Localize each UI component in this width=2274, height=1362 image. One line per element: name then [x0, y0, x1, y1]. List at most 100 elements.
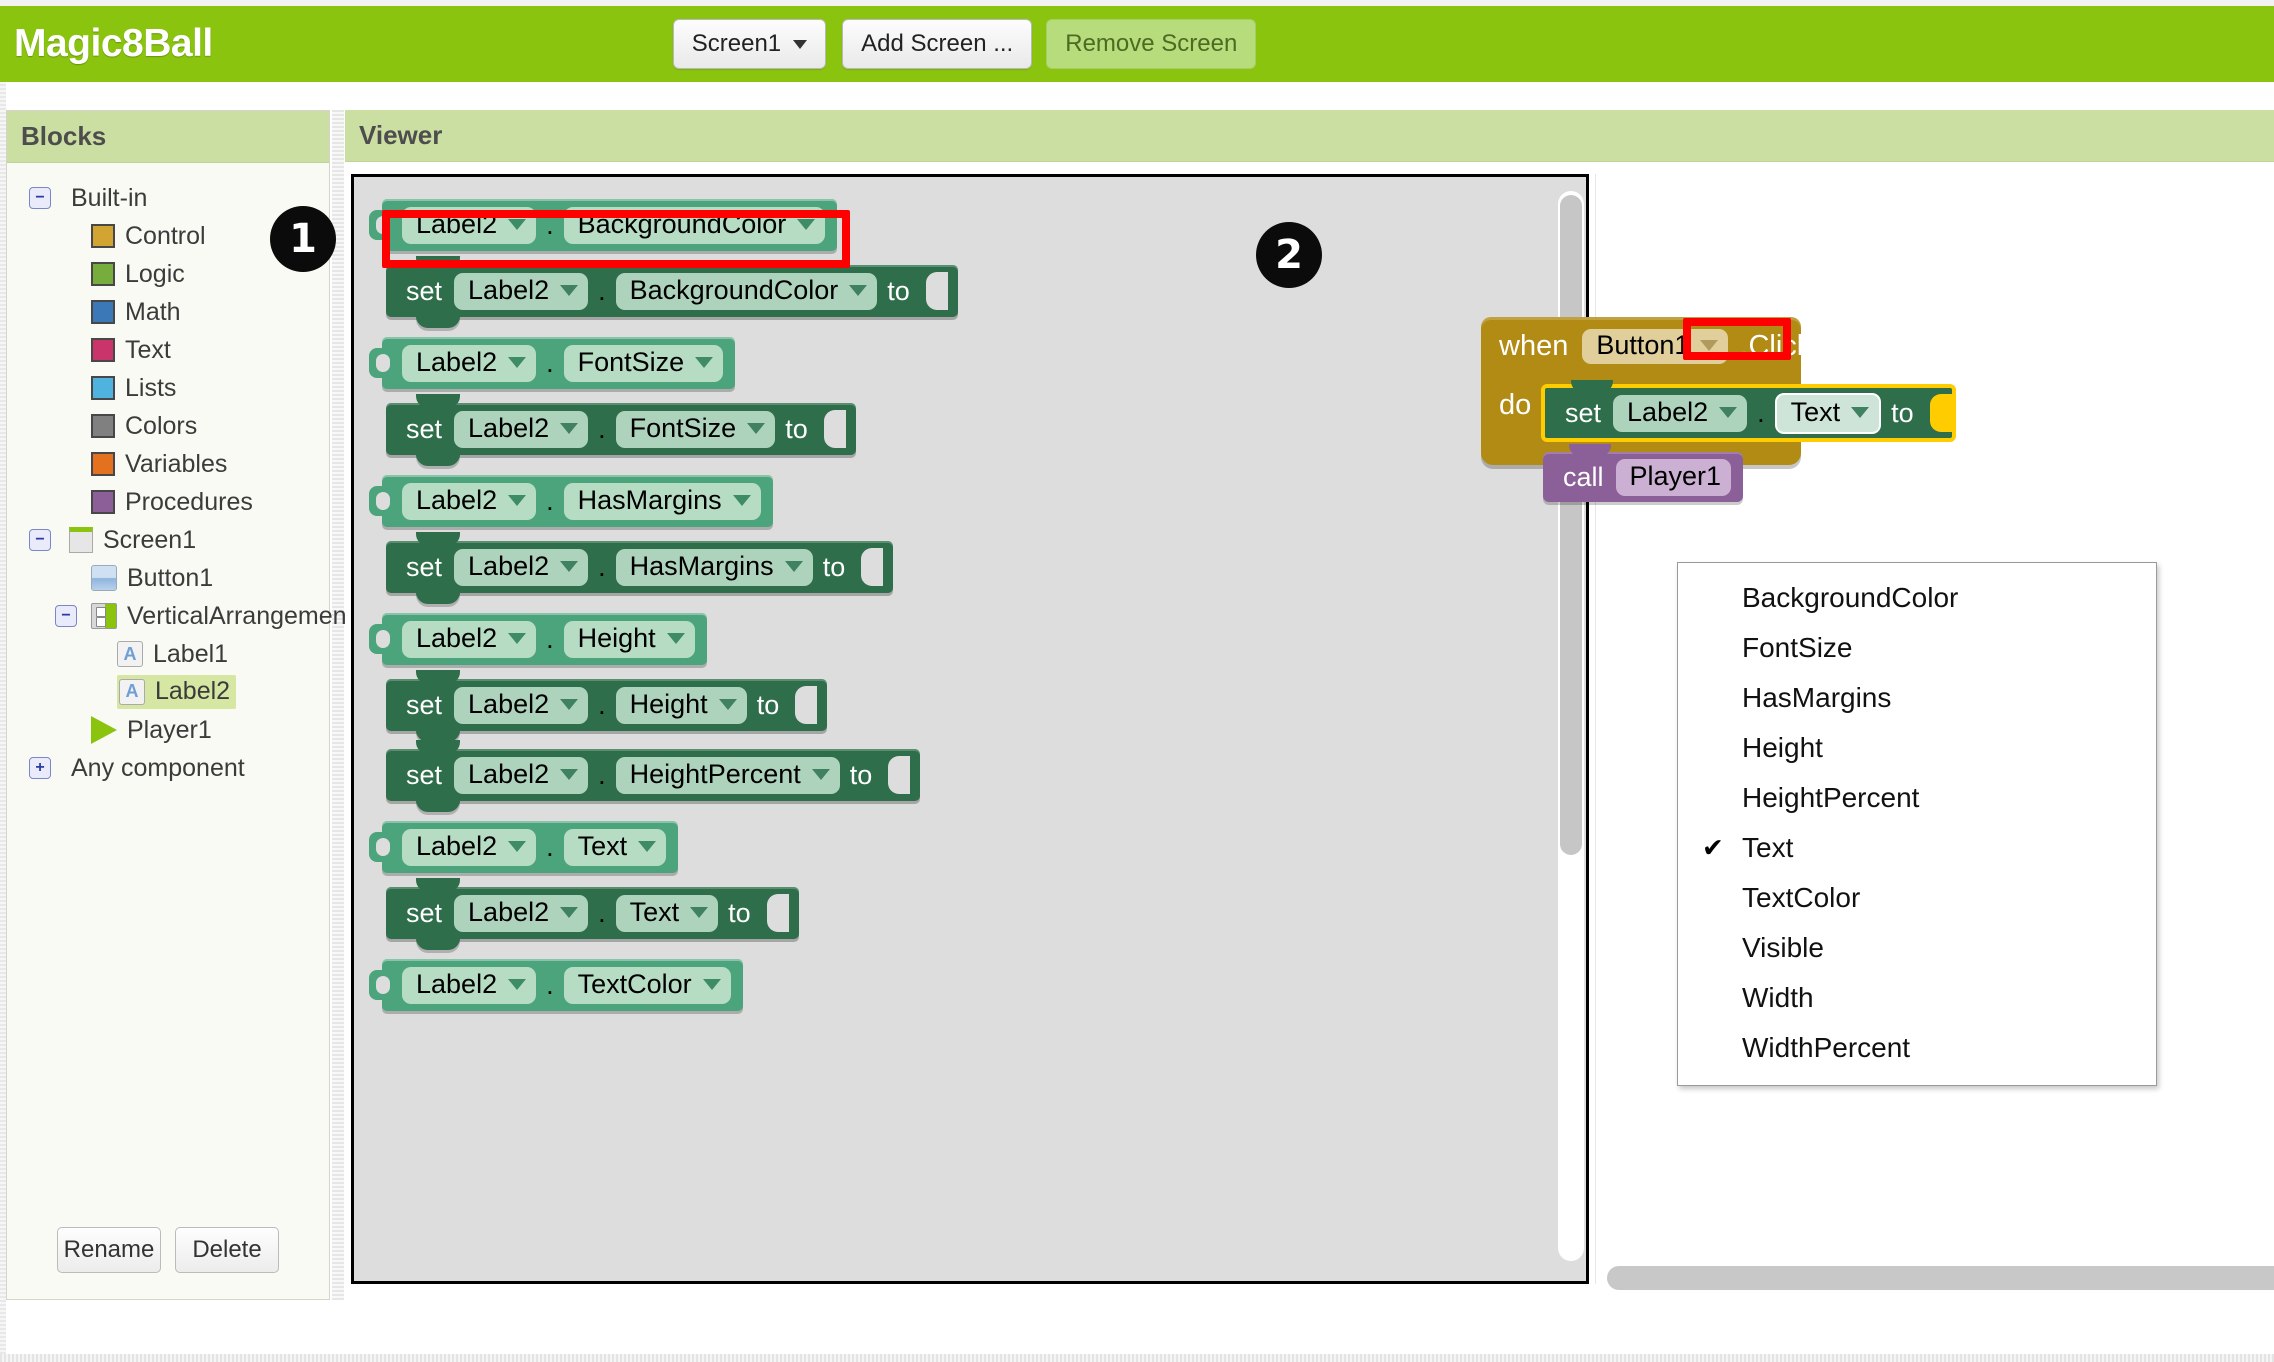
chevron-down-icon — [508, 840, 527, 852]
block-get-label2-text[interactable]: Label2 . Text — [369, 821, 679, 873]
value-socket[interactable] — [925, 272, 948, 310]
component-dropdown-field[interactable]: Label2 — [454, 756, 589, 794]
sidebar-item-label: Lists — [125, 373, 177, 402]
value-socket[interactable] — [888, 756, 911, 794]
sidebar-item-variables[interactable]: Variables — [7, 445, 329, 483]
property-dropdown-field[interactable]: TextColor — [563, 966, 731, 1004]
dropdown-item-backgroundcolor[interactable]: BackgroundColor — [1678, 573, 2156, 623]
blocks-flyout-drawer[interactable]: Label2 . BackgroundColor set Label2 . Ba… — [351, 174, 1589, 1284]
expand-collapse-icon[interactable]: − — [29, 529, 51, 551]
block-get-label2-hasmargins[interactable]: Label2 . HasMargins — [369, 475, 773, 527]
value-socket[interactable] — [823, 410, 846, 448]
component-dropdown-field[interactable]: Label2 — [402, 966, 537, 1004]
component-dropdown-field[interactable]: Label2 — [454, 894, 589, 932]
component-dropdown-field[interactable]: Label2 — [402, 206, 537, 244]
component-dropdown-field[interactable]: Label2 — [402, 344, 537, 382]
sidebar-item-button1[interactable]: Button1 — [7, 559, 329, 597]
property-dropdown-menu[interactable]: BackgroundColor FontSize HasMargins Heig… — [1677, 562, 2157, 1086]
rename-button[interactable]: Rename — [57, 1227, 161, 1273]
block-call-player1[interactable]: call Player1 — [1543, 444, 1744, 502]
value-socket[interactable] — [795, 686, 818, 724]
dropdown-item-heightpercent[interactable]: HeightPercent — [1678, 773, 2156, 823]
chevron-down-icon — [784, 560, 803, 572]
property-dropdown-field[interactable]: FontSize — [615, 410, 776, 448]
dropdown-item-hasmargins[interactable]: HasMargins — [1678, 673, 2156, 723]
sidebar-item-label1[interactable]: A Label1 — [7, 635, 329, 673]
value-socket[interactable] — [766, 894, 789, 932]
dropdown-item-text[interactable]: ✔ Text — [1678, 823, 2156, 873]
sidebar-item-colors[interactable]: Colors — [7, 407, 329, 445]
sidebar-item-math[interactable]: Math — [7, 293, 329, 331]
sidebar-item-player1[interactable]: Player1 — [7, 711, 329, 749]
component-dropdown-field[interactable]: Button1 — [1582, 329, 1729, 364]
value-socket[interactable] — [861, 548, 884, 586]
component-dropdown-field[interactable]: Label2 — [402, 482, 537, 520]
dropdown-item-label: HeightPercent — [1742, 782, 1920, 813]
component-field[interactable]: Player1 — [1615, 458, 1732, 496]
property-dropdown-field[interactable]: Height — [615, 686, 747, 724]
delete-label: Delete — [192, 1236, 262, 1263]
component-dropdown-field[interactable]: Label2 — [454, 686, 589, 724]
expand-icon[interactable]: + — [29, 757, 51, 779]
property-dropdown-field[interactable]: BackgroundColor — [615, 272, 878, 310]
flyout-scrollbar-thumb[interactable] — [1560, 195, 1582, 855]
component-dropdown-field[interactable]: Label2 — [454, 272, 589, 310]
block-set-label2-text[interactable]: set Label2 . Text to — [386, 878, 799, 950]
tree-node-screen1[interactable]: − Screen1 — [7, 521, 329, 559]
component-dropdown-field[interactable]: Label2 — [402, 828, 537, 866]
block-get-label2-backgroundcolor[interactable]: Label2 . BackgroundColor — [369, 199, 838, 251]
property-dropdown-field[interactable]: HeightPercent — [615, 756, 840, 794]
dropdown-item-textcolor[interactable]: TextColor — [1678, 873, 2156, 923]
dropdown-item-visible[interactable]: Visible — [1678, 923, 2156, 973]
property-dropdown-field[interactable]: FontSize — [563, 344, 724, 382]
property-dropdown-field[interactable]: Text — [615, 894, 719, 932]
block-set-label2-hasmargins[interactable]: set Label2 . HasMargins to — [386, 532, 894, 604]
dropdown-item-widthpercent[interactable]: WidthPercent — [1678, 1023, 2156, 1073]
block-set-label2-fontsize[interactable]: set Label2 . FontSize to — [386, 394, 856, 466]
sidebar-item-procedures[interactable]: Procedures — [7, 483, 329, 521]
dropdown-item-label: WidthPercent — [1742, 1032, 1911, 1063]
block-set-label2-backgroundcolor[interactable]: set Label2 . BackgroundColor to — [386, 256, 958, 328]
lists-color-swatch-icon — [91, 376, 115, 400]
blocks-workspace[interactable]: Label2 . BackgroundColor set Label2 . Ba… — [345, 162, 2274, 1300]
block-set-label2-heightpercent[interactable]: set Label2 . HeightPercent to — [386, 740, 921, 812]
block-set-label2-height[interactable]: set Label2 . Height to — [386, 670, 828, 742]
sidebar-item-text[interactable]: Text — [7, 331, 329, 369]
block-get-label2-height[interactable]: Label2 . Height — [369, 613, 707, 665]
add-screen-button[interactable]: Add Screen ... — [842, 19, 1033, 69]
component-name: Label2 — [416, 830, 498, 861]
block-set-label2-text-selected[interactable]: set Label2 . Text to — [1541, 380, 1956, 442]
dropdown-item-height[interactable]: Height — [1678, 723, 2156, 773]
text-color-swatch-icon — [91, 338, 115, 362]
property-dropdown-field[interactable]: BackgroundColor — [563, 206, 826, 244]
property-dropdown-field-open[interactable]: Text — [1774, 392, 1882, 434]
component-dropdown-field[interactable]: Label2 — [1613, 394, 1748, 432]
property-dropdown-field[interactable]: Text — [563, 828, 667, 866]
expand-collapse-icon[interactable]: − — [55, 605, 77, 627]
sidebar-item-label: Control — [125, 221, 206, 250]
sidebar-item-label2[interactable]: A Label2 — [7, 673, 329, 711]
tree-node-any-component[interactable]: + Any component — [7, 749, 329, 787]
component-dropdown-field[interactable]: Label2 — [454, 548, 589, 586]
block-get-label2-textcolor[interactable]: Label2 . TextColor — [369, 959, 743, 1011]
value-socket[interactable] — [1929, 394, 1952, 432]
delete-button[interactable]: Delete — [175, 1227, 279, 1273]
dropdown-item-width[interactable]: Width — [1678, 973, 2156, 1023]
tree-node-vertical-arrangement1[interactable]: − VerticalArrangement1 — [7, 597, 367, 635]
tree-node-builtin[interactable]: − Built-in — [7, 179, 329, 217]
dropdown-item-fontsize[interactable]: FontSize — [1678, 623, 2156, 673]
component-dropdown-field[interactable]: Label2 — [454, 410, 589, 448]
chevron-down-icon — [1719, 406, 1738, 418]
remove-screen-button[interactable]: Remove Screen — [1046, 19, 1257, 69]
expand-collapse-icon[interactable]: − — [29, 187, 51, 209]
component-dropdown-field[interactable]: Label2 — [402, 620, 537, 658]
block-get-label2-fontsize[interactable]: Label2 . FontSize — [369, 337, 736, 389]
sidebar-item-lists[interactable]: Lists — [7, 369, 329, 407]
property-dropdown-field[interactable]: HasMargins — [563, 482, 761, 520]
property-dropdown-field[interactable]: HasMargins — [615, 548, 813, 586]
chevron-down-icon — [1851, 406, 1870, 418]
check-icon: ✔ — [1702, 832, 1724, 863]
screen-select-dropdown[interactable]: Screen1 — [672, 19, 827, 69]
property-dropdown-field[interactable]: Height — [563, 620, 695, 658]
workspace-horizontal-scrollbar[interactable] — [1607, 1266, 2274, 1290]
